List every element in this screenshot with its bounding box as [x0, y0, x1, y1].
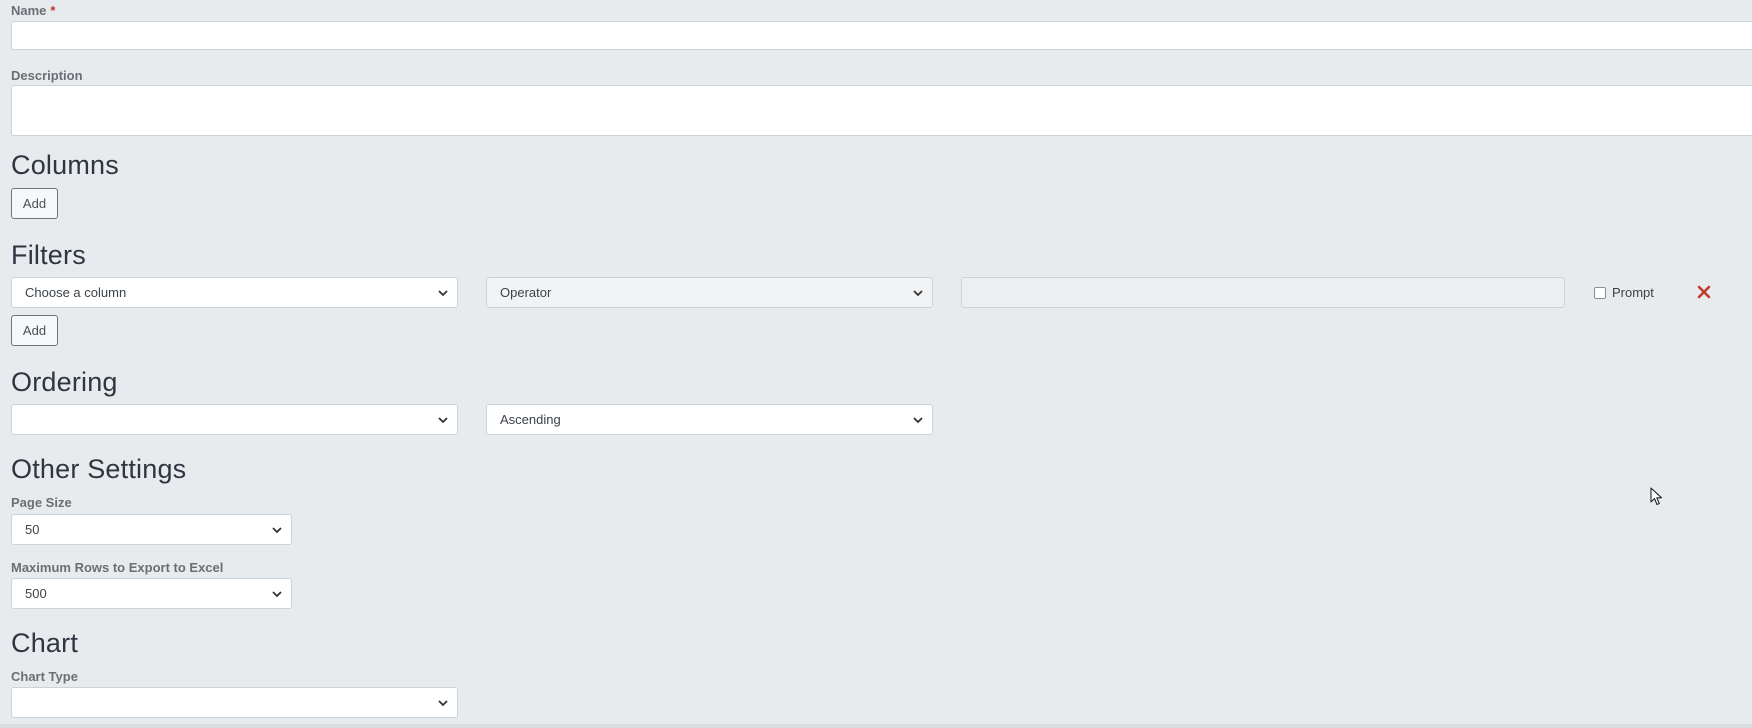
- max-rows-select[interactable]: 500: [11, 578, 292, 609]
- chart-type-label: Chart Type: [11, 669, 78, 684]
- chevron-down-icon: [913, 416, 923, 423]
- filter-column-select-value: Choose a column: [25, 285, 127, 300]
- other-settings-heading: Other Settings: [11, 454, 187, 484]
- page-size-select[interactable]: 50: [11, 514, 292, 545]
- columns-heading: Columns: [11, 150, 119, 180]
- name-label: Name *: [11, 3, 55, 18]
- filter-operator-select[interactable]: Operator: [486, 277, 933, 308]
- chevron-down-icon: [438, 699, 448, 706]
- prompt-label: Prompt: [1612, 285, 1654, 300]
- description-input[interactable]: [11, 85, 1752, 136]
- ordering-direction-select-value: Ascending: [500, 412, 561, 427]
- page-size-select-value: 50: [25, 522, 40, 537]
- mouse-cursor-icon: [1650, 487, 1663, 506]
- chevron-down-icon: [272, 526, 282, 533]
- max-rows-label: Maximum Rows to Export to Excel: [11, 560, 224, 575]
- name-input[interactable]: [11, 21, 1752, 50]
- filter-value-input[interactable]: [961, 277, 1565, 308]
- chevron-down-icon: [913, 289, 923, 296]
- chevron-down-icon: [438, 416, 448, 423]
- chart-heading: Chart: [11, 628, 79, 658]
- prompt-checkbox[interactable]: [1594, 286, 1606, 299]
- chevron-down-icon: [272, 590, 282, 597]
- filters-heading: Filters: [11, 240, 86, 270]
- page-size-label: Page Size: [11, 495, 72, 510]
- close-icon[interactable]: [1697, 285, 1711, 299]
- chevron-down-icon: [438, 289, 448, 296]
- bottom-divider: [0, 724, 1752, 728]
- prompt-checkbox-wrap[interactable]: Prompt: [1594, 285, 1654, 300]
- chart-type-select[interactable]: [11, 687, 458, 718]
- add-filter-button[interactable]: Add: [11, 315, 58, 346]
- ordering-heading: Ordering: [11, 367, 118, 397]
- name-label-text: Name: [11, 3, 47, 18]
- required-mark: *: [50, 3, 56, 18]
- add-column-button[interactable]: Add: [11, 188, 58, 219]
- description-label: Description: [11, 68, 83, 83]
- filter-operator-select-value: Operator: [500, 285, 552, 300]
- max-rows-select-value: 500: [25, 586, 47, 601]
- ordering-direction-select[interactable]: Ascending: [486, 404, 933, 435]
- filter-column-select[interactable]: Choose a column: [11, 277, 458, 308]
- ordering-column-select[interactable]: [11, 404, 458, 435]
